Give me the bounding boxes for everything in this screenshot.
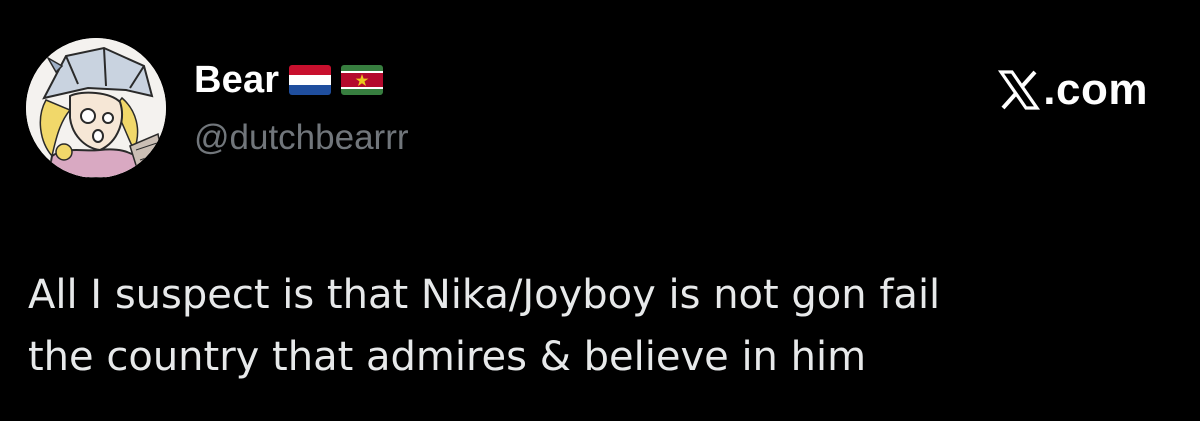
tweet-text-line: All I suspect is that Nika/Joyboy is not… [28, 272, 941, 318]
display-name[interactable]: Bear [194, 59, 279, 102]
x-logo-icon [997, 68, 1041, 112]
brand-domain-text: .com [1043, 65, 1148, 114]
display-name-row: Bear [194, 56, 384, 104]
suriname-flag-icon [341, 65, 384, 95]
tweet-text-line: the country that admires & believe in hi… [28, 334, 867, 380]
avatar[interactable] [26, 38, 166, 178]
author-handle[interactable]: @dutchbearrr [194, 118, 409, 158]
avatar-image [26, 38, 166, 178]
tweet-text: All I suspect is that Nika/Joyboy is not… [28, 264, 1168, 388]
brand-watermark: .com [997, 62, 1148, 118]
netherlands-flag-icon [289, 65, 332, 95]
tweet-card: Bear @dutchbearrr .com All I suspect is … [0, 0, 1200, 421]
